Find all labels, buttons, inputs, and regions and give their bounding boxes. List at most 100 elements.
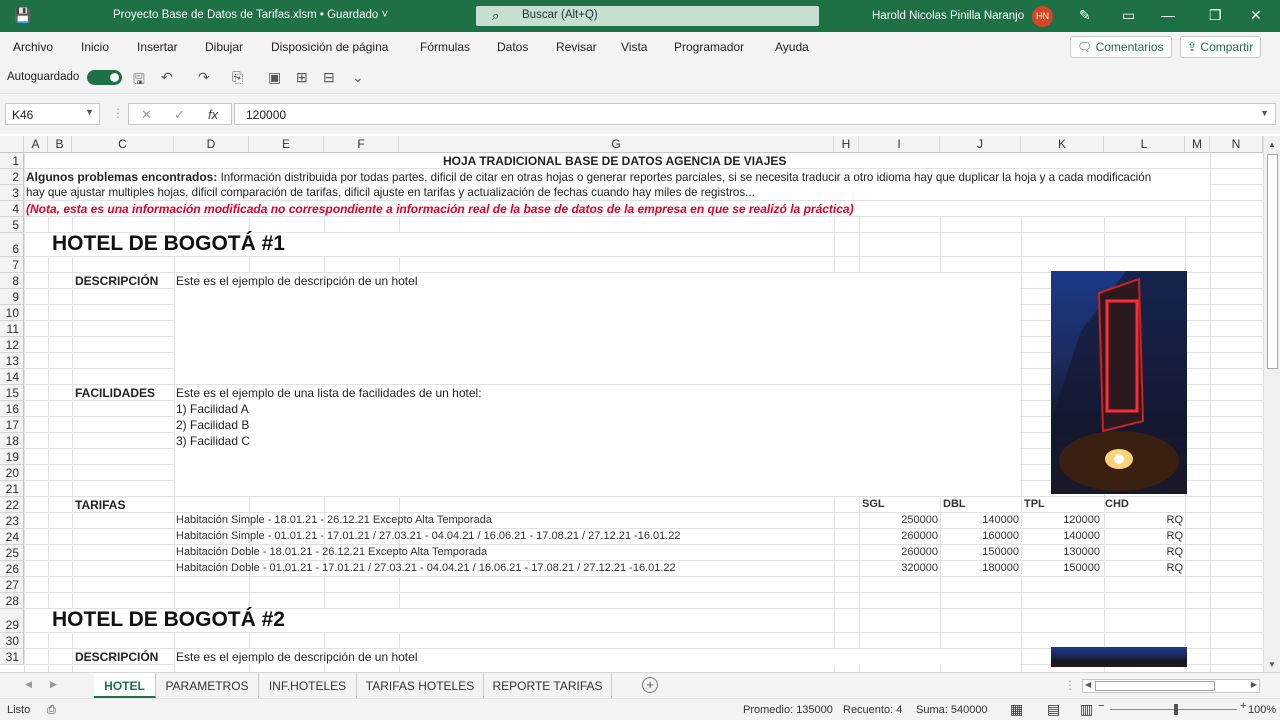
rate-chd[interactable]: RQ	[1105, 530, 1184, 542]
row-header-25[interactable]: 25	[0, 545, 24, 561]
prev-sheet-icon[interactable]: ◀	[25, 679, 32, 690]
rate-dbl[interactable]: 140000	[941, 514, 1019, 526]
rate-tpl[interactable]: 120000	[1022, 514, 1100, 526]
table-icon[interactable]: ⊞	[296, 69, 308, 86]
sheet-tab-tarifas-hoteles[interactable]: TARIFAS HOTELES	[357, 673, 484, 698]
row-header-8[interactable]: 8	[0, 273, 24, 289]
border-icon[interactable]: ▣	[268, 69, 281, 86]
rate-dbl[interactable]: 150000	[941, 546, 1019, 558]
column-header-K[interactable]: K	[1021, 136, 1104, 153]
scroll-right-icon[interactable]: ▶	[1251, 680, 1257, 689]
rate-tpl[interactable]: 140000	[1022, 530, 1100, 542]
rate-dbl[interactable]: 180000	[941, 562, 1019, 574]
share-button[interactable]: ⇪ Compartir	[1180, 36, 1262, 58]
rate-sgl[interactable]: 320000	[860, 562, 938, 574]
column-header-M[interactable]: M	[1185, 136, 1210, 153]
tab-programador[interactable]: Programador	[674, 40, 744, 54]
column-header-N[interactable]: N	[1210, 136, 1263, 153]
tab-revisar[interactable]: Revisar	[556, 40, 597, 54]
page-break-icon[interactable]: ▥	[1080, 701, 1093, 718]
rate-chd[interactable]: RQ	[1105, 546, 1184, 558]
zoom-knob[interactable]	[1174, 704, 1178, 715]
column-header-H[interactable]: H	[834, 136, 859, 153]
hotel-2-name[interactable]: HOTEL DE BOGOTÁ #2	[52, 608, 285, 632]
hotel-1-fac-intro[interactable]: Este es el ejemplo de una lista de facil…	[176, 386, 482, 400]
hotel-1-desc-label[interactable]: DESCRIPCIÓN	[75, 274, 158, 288]
undo-icon[interactable]: ↶	[161, 69, 173, 86]
vertical-scrollbar[interactable]: ▲ ▼	[1263, 136, 1280, 672]
row-header-18[interactable]: 18	[0, 433, 24, 449]
scroll-thumb[interactable]	[1095, 681, 1215, 691]
hotel-2-desc-text[interactable]: Este es el ejemplo de descripción de un …	[176, 650, 417, 664]
rate-description[interactable]: Habitación Simple - 18.01.21 - 26.12.21 …	[176, 514, 492, 526]
redo-icon[interactable]: ↷	[198, 69, 210, 86]
customize-icon[interactable]: ⌄	[352, 69, 364, 86]
row-header-2[interactable]: 2	[0, 169, 24, 185]
rate-chd[interactable]: RQ	[1105, 514, 1184, 526]
avatar[interactable]: HN	[1032, 6, 1053, 27]
sheet-title[interactable]: HOJA TRADICIONAL BASE DE DATOS AGENCIA D…	[443, 154, 786, 168]
row-header-31[interactable]: 31	[0, 649, 24, 665]
row-header-29[interactable]: 29	[0, 609, 24, 633]
zoom-level[interactable]: 100%	[1248, 704, 1276, 716]
row-header-11[interactable]: 11	[0, 321, 24, 337]
hotel-1-fac-label[interactable]: FACILIDADES	[75, 386, 155, 400]
column-header-I[interactable]: I	[859, 136, 940, 153]
sheet-tab-parametros[interactable]: PARAMETROS	[156, 673, 259, 698]
column-header-E[interactable]: E	[249, 136, 324, 153]
rate-header-chd[interactable]: CHD	[1105, 498, 1129, 510]
zoom-out-icon[interactable]: −	[1098, 700, 1104, 712]
row-header-9[interactable]: 9	[0, 289, 24, 305]
sheet-tab-reporte-tarifas[interactable]: REPORTE TARIFAS	[484, 673, 612, 698]
row-header-15[interactable]: 15	[0, 385, 24, 401]
minimize-icon[interactable]: —	[1161, 7, 1175, 23]
autosave-toggle[interactable]	[87, 70, 122, 85]
select-all-corner[interactable]	[0, 136, 24, 153]
row-header-21[interactable]: 21	[0, 481, 24, 497]
row-header-10[interactable]: 10	[0, 305, 24, 321]
row-header-13[interactable]: 13	[0, 353, 24, 369]
rate-tpl[interactable]: 130000	[1022, 546, 1100, 558]
tab-archivo[interactable]: Archivo	[13, 40, 53, 54]
row-header-7[interactable]: 7	[0, 257, 24, 273]
rate-sgl[interactable]: 260000	[860, 546, 938, 558]
row-header-17[interactable]: 17	[0, 417, 24, 433]
document-title[interactable]: Proyecto Base de Datos de Tarifas.xlsm •…	[113, 9, 388, 21]
add-sheet-button[interactable]: +	[642, 677, 658, 693]
column-header-C[interactable]: C	[72, 136, 174, 153]
search-box[interactable]: ⌕ Buscar (Alt+Q)	[476, 6, 819, 26]
rate-description[interactable]: Habitación Doble - 01.01.21 - 17.01.21 /…	[176, 562, 676, 574]
normal-view-icon[interactable]: ▦	[1010, 701, 1023, 718]
scroll-thumb[interactable]	[1267, 154, 1278, 369]
close-icon[interactable]: ✕	[1250, 7, 1262, 24]
column-header-A[interactable]: A	[24, 136, 48, 153]
rate-chd[interactable]: RQ	[1105, 562, 1184, 574]
row-header-4[interactable]: 4	[0, 201, 24, 217]
tab-disposicion[interactable]: Disposición de página	[271, 40, 388, 54]
tab-formulas[interactable]: Fórmulas	[420, 40, 470, 54]
row-header-16[interactable]: 16	[0, 401, 24, 417]
row-header-26[interactable]: 26	[0, 561, 24, 577]
rate-description[interactable]: Habitación Simple - 01.01.21 - 17.01.21 …	[176, 530, 681, 542]
column-header-B[interactable]: B	[48, 136, 72, 153]
row-header-14[interactable]: 14	[0, 369, 24, 385]
row-header-3[interactable]: 3	[0, 185, 24, 201]
comments-button[interactable]: 🗨 Comentarios	[1070, 36, 1172, 58]
rate-sgl[interactable]: 250000	[860, 514, 938, 526]
scroll-up-icon[interactable]: ▲	[1268, 140, 1276, 149]
hotel-1-name[interactable]: HOTEL DE BOGOTÁ #1	[52, 232, 285, 256]
save-icon[interactable]: 💾	[14, 7, 31, 24]
rate-dbl[interactable]: 160000	[941, 530, 1019, 542]
row-header-22[interactable]: 22	[0, 497, 24, 513]
rate-header-tpl[interactable]: TPL	[1024, 498, 1045, 510]
tab-insertar[interactable]: Insertar	[137, 40, 178, 54]
hotel-1-facility[interactable]: 3) Facilidad C	[176, 434, 250, 448]
row-header-30[interactable]: 30	[0, 633, 24, 649]
rate-sgl[interactable]: 260000	[860, 530, 938, 542]
hotel-2-desc-label[interactable]: DESCRIPCIÓN	[75, 650, 158, 664]
zoom-in-icon[interactable]: +	[1240, 700, 1246, 712]
note-text[interactable]: (Nota, esta es una información modificad…	[26, 202, 854, 216]
enter-icon[interactable]: ✓	[174, 107, 185, 123]
merge-icon[interactable]: ⊟	[323, 69, 335, 86]
cancel-icon[interactable]: ✕	[141, 107, 152, 123]
